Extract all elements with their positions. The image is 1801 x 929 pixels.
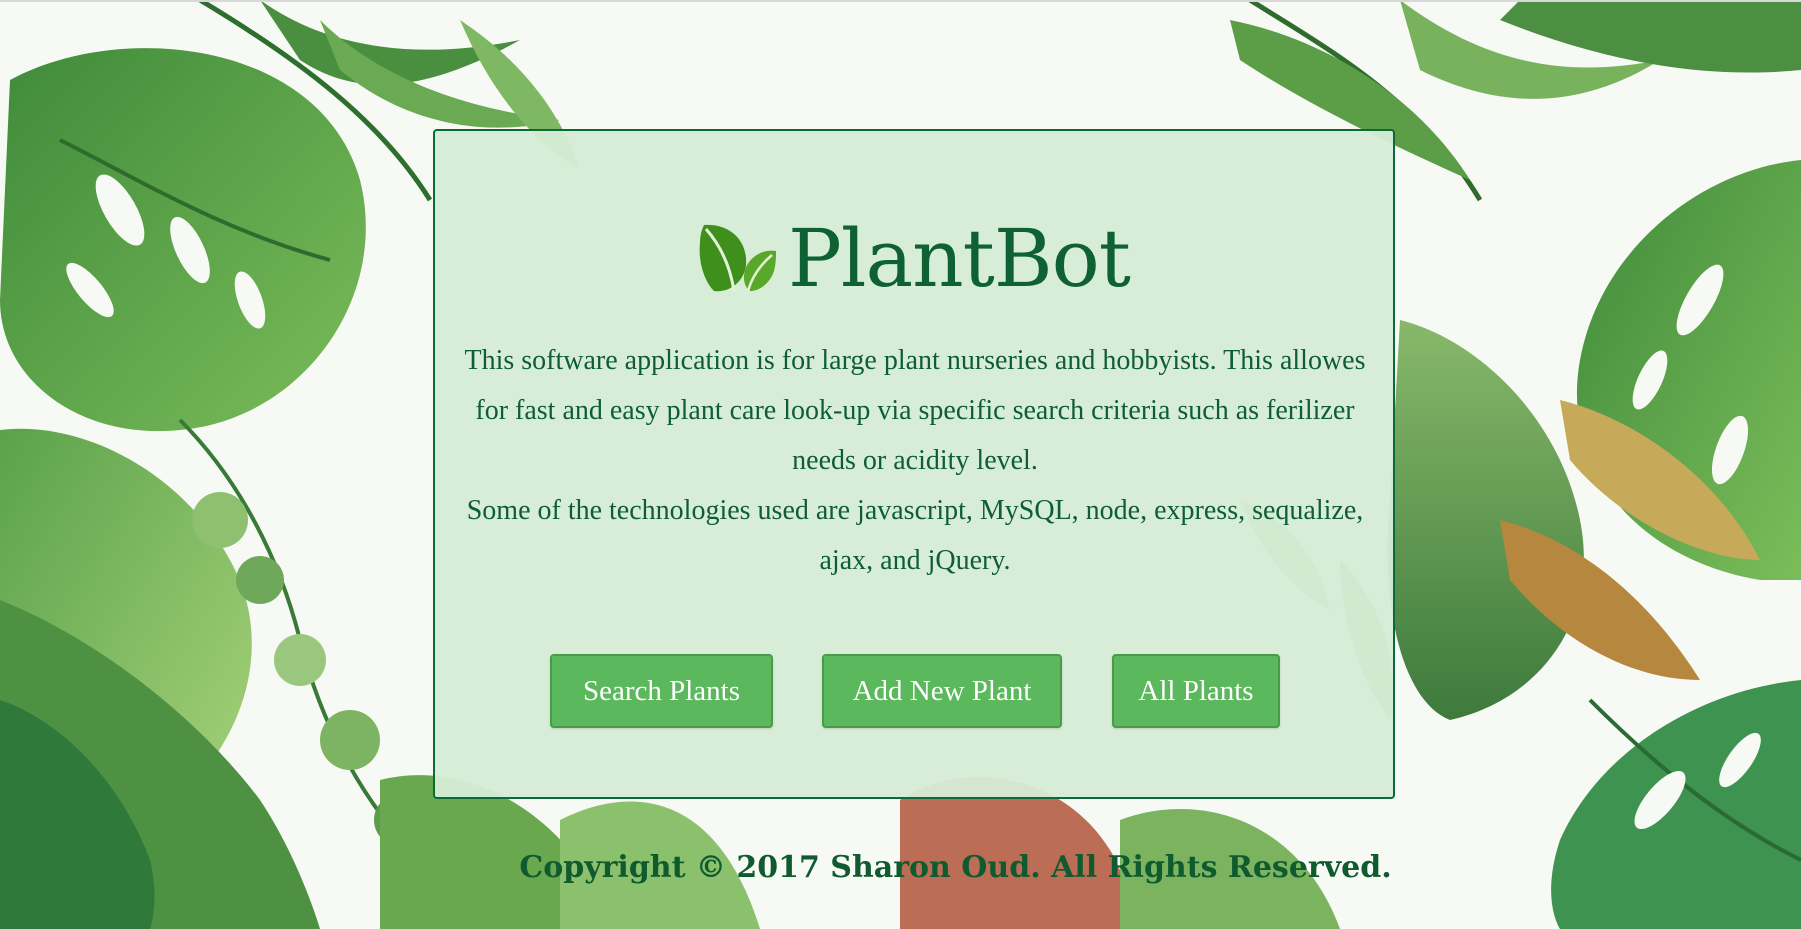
add-new-plant-button[interactable]: Add New Plant [822, 654, 1062, 728]
copyright-footer: Copyright © 2017 Sharon Oud. All Rights … [519, 850, 1392, 885]
action-buttons: Search Plants Add New Plant All Plants [435, 654, 1393, 730]
search-plants-button[interactable]: Search Plants [550, 654, 773, 728]
intro-panel: PlantBot This software application is fo… [433, 129, 1395, 799]
description-paragraph-1: This software application is for large p… [464, 345, 1366, 476]
description-paragraph-2: Some of the technologies used are javasc… [466, 495, 1364, 576]
all-plants-button[interactable]: All Plants [1112, 654, 1280, 728]
landing-page: PlantBot This software application is fo… [0, 0, 1801, 929]
leaf-icon [699, 224, 777, 292]
app-description: This software application is for large p… [449, 336, 1381, 586]
app-title: PlantBot [788, 212, 1131, 305]
brand-lockup: PlantBot [698, 212, 1131, 305]
brand-header: PlantBot [435, 209, 1393, 309]
top-divider [0, 0, 1801, 2]
